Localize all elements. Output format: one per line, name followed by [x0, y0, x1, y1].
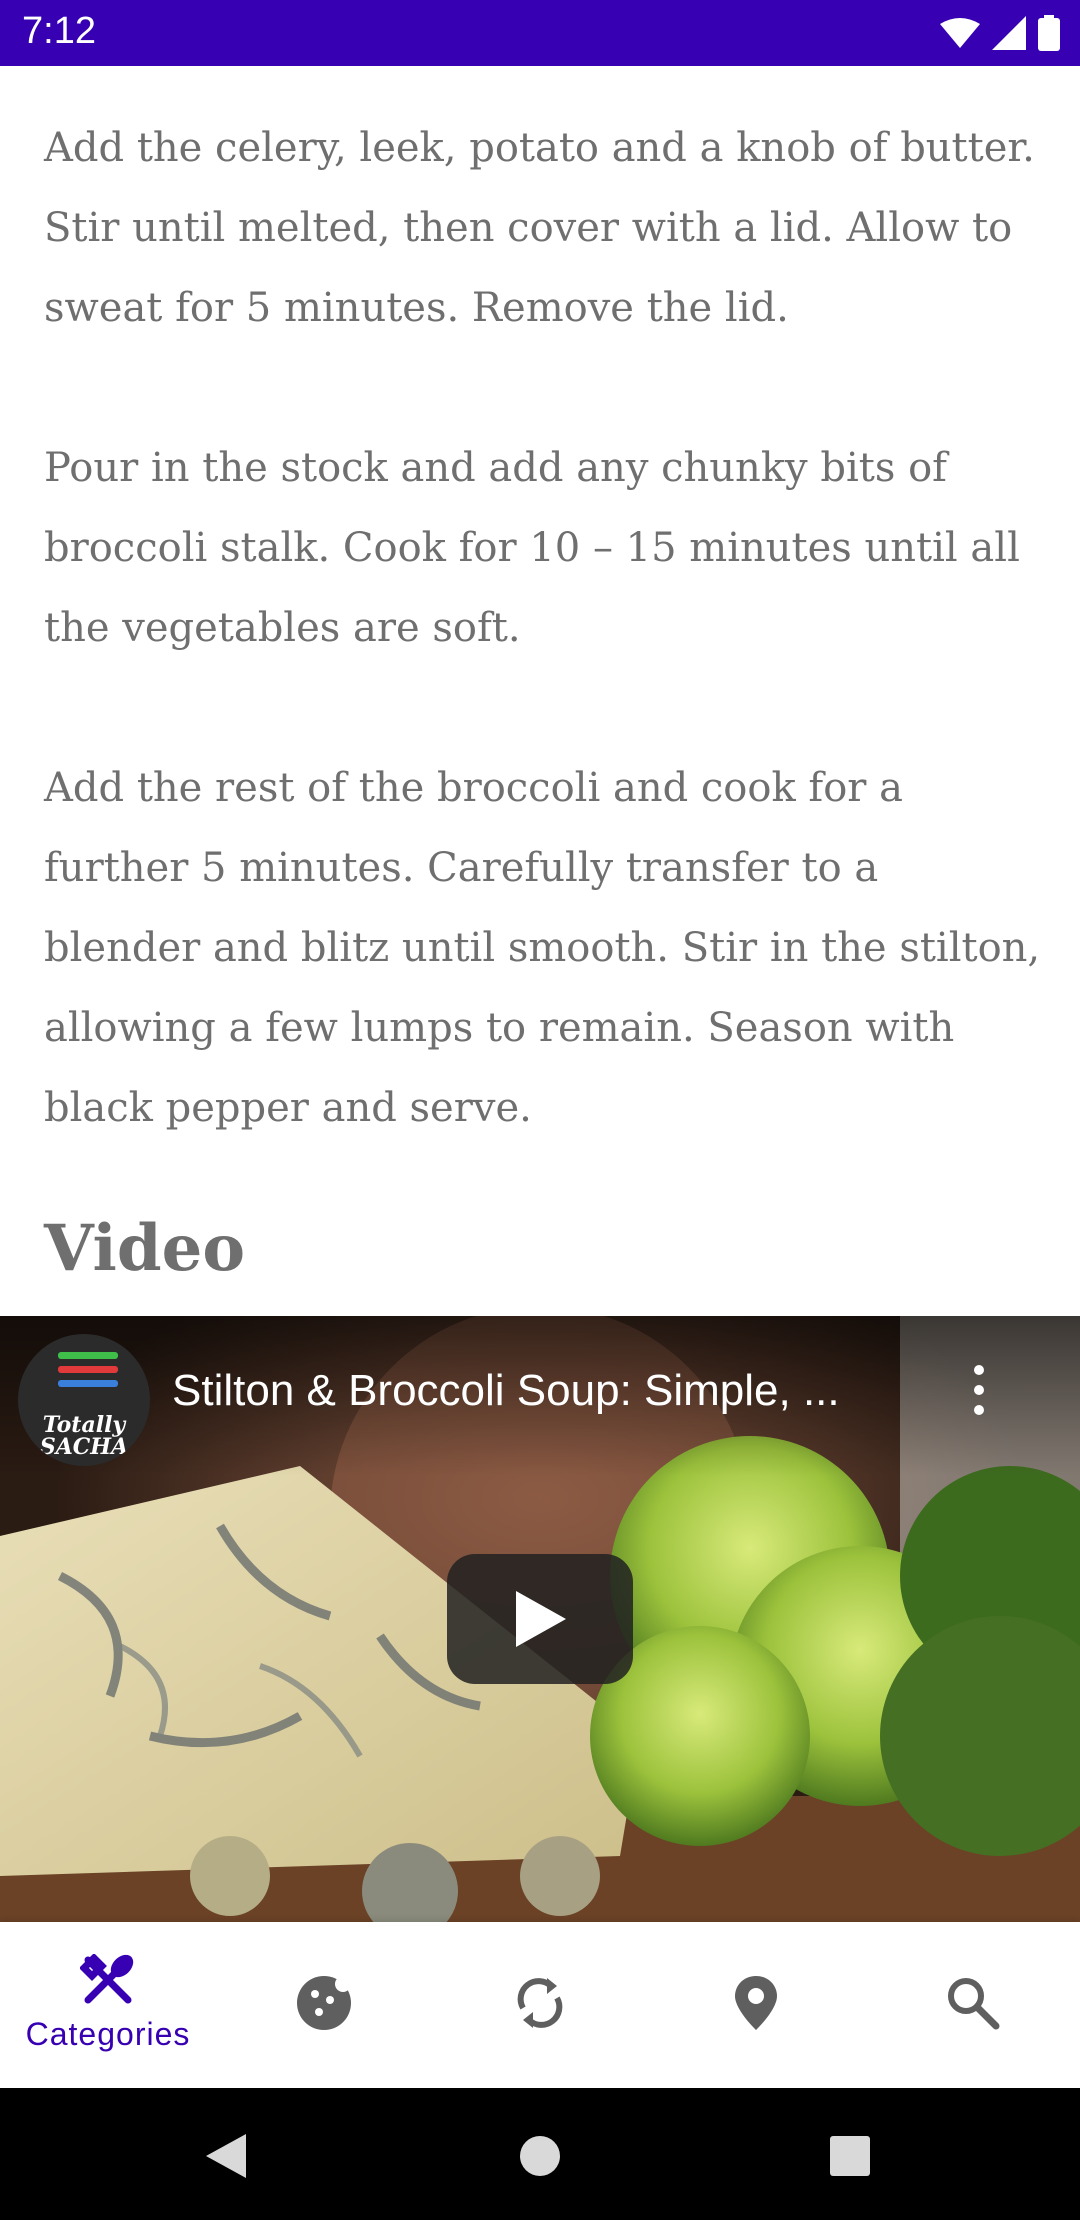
recipe-content[interactable]: Add the celery, leek, potato and a knob …	[0, 66, 1080, 1316]
recents-icon	[830, 2136, 870, 2176]
nav-item-cookie[interactable]	[216, 1922, 432, 2088]
home-button[interactable]	[510, 2126, 570, 2186]
channel-logo-text: Totally SACHA	[39, 1412, 129, 1460]
sync-icon	[517, 1978, 563, 2028]
search-icon	[948, 1978, 1000, 2030]
nav-item-location[interactable]	[648, 1922, 864, 2088]
wifi-icon	[940, 18, 980, 48]
status-bar: 7:12	[0, 0, 1080, 66]
fork-spoon-icon	[80, 1954, 134, 2004]
battery-icon	[1038, 15, 1060, 51]
status-time: 7:12	[22, 10, 96, 52]
cookie-icon	[297, 1976, 351, 2030]
nav-item-categories[interactable]: Categories	[0, 1922, 216, 2088]
instruction-paragraph: Add the celery, leek, potato and a knob …	[44, 125, 1035, 331]
location-pin-icon	[735, 1976, 777, 2030]
nav-label-categories: Categories	[25, 2016, 191, 2052]
system-navigation-bar	[0, 2088, 1080, 2220]
video-title[interactable]: Stilton & Broccoli Soup: Simple, ...	[172, 1366, 912, 1416]
play-icon	[516, 1591, 566, 1647]
status-icons	[940, 14, 1060, 52]
play-button[interactable]	[447, 1554, 633, 1684]
nav-item-sync[interactable]	[432, 1922, 648, 2088]
bottom-navigation: Categories	[0, 1922, 1080, 2088]
instruction-paragraph: Add the rest of the broccoli and cook fo…	[44, 765, 1041, 1131]
signal-icon	[992, 16, 1026, 50]
more-vert-icon[interactable]	[964, 1360, 994, 1420]
home-icon	[520, 2136, 560, 2176]
channel-avatar[interactable]: Totally SACHA	[18, 1334, 150, 1466]
back-button[interactable]	[196, 2126, 256, 2186]
instruction-paragraph: Pour in the stock and add any chunky bit…	[44, 445, 1020, 651]
nav-item-search[interactable]	[864, 1922, 1080, 2088]
video-section-title: Video	[44, 1211, 245, 1286]
video-player[interactable]: Totally SACHA Stilton & Broccoli Soup: S…	[0, 1316, 1080, 1922]
recents-button[interactable]	[820, 2126, 880, 2186]
back-icon	[206, 2134, 246, 2178]
